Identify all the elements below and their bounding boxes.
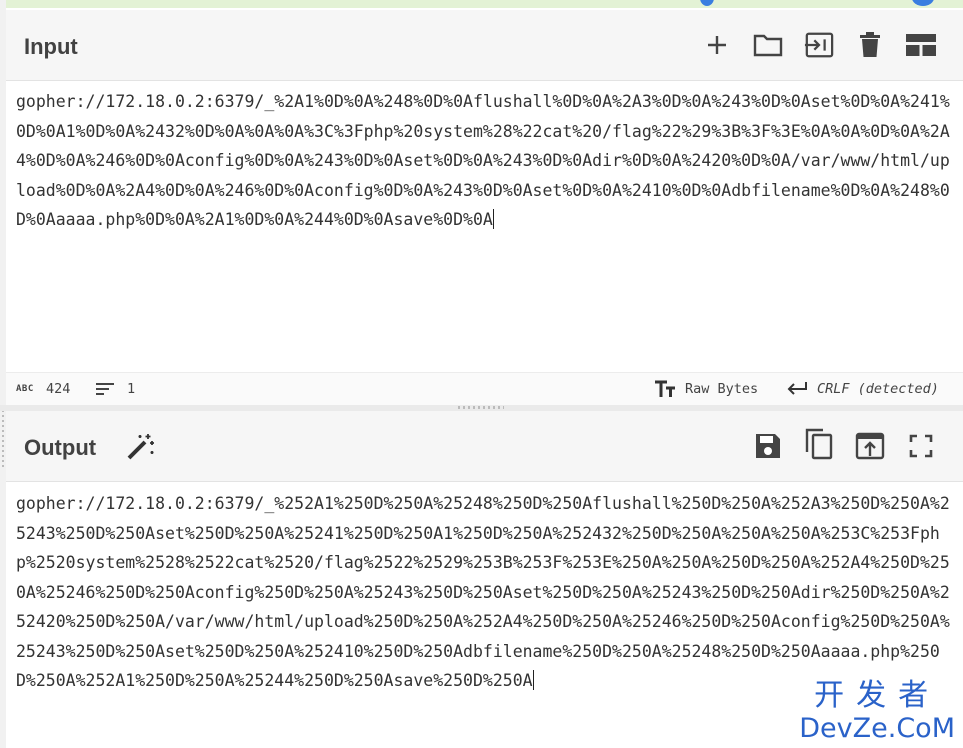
output-text: gopher://172.18.0.2:6379/_%252A1%250D%25…	[16, 494, 950, 690]
plus-icon[interactable]	[702, 30, 732, 60]
partial-icon	[700, 0, 714, 6]
folder-icon[interactable]	[753, 30, 783, 60]
eol-label[interactable]: CRLF (detected)	[817, 381, 939, 397]
return-icon	[787, 381, 807, 399]
encoding-label[interactable]: Raw Bytes	[685, 381, 758, 397]
top-strip	[0, 0, 963, 8]
import-file-icon[interactable]	[804, 30, 834, 60]
output-header: Output	[6, 411, 963, 482]
input-title: Input	[24, 34, 78, 59]
copy-icon[interactable]	[804, 428, 834, 460]
fullscreen-icon[interactable]	[906, 431, 936, 461]
replace-input-icon[interactable]	[855, 431, 885, 461]
resize-grip[interactable]	[458, 406, 504, 409]
magic-wand-icon[interactable]	[126, 431, 156, 461]
abc-label: ABC	[16, 384, 34, 394]
save-icon[interactable]	[753, 431, 783, 461]
input-textarea[interactable]: gopher://172.18.0.2:6379/_%2A1%0D%0A%248…	[16, 87, 956, 367]
watermark-logo: 开发者 DevZe.CoM	[799, 678, 955, 744]
input-status-bar: ABC 424 1 Raw Bytes CRLF (detected)	[6, 372, 963, 405]
output-title: Output	[24, 435, 97, 460]
text-caret	[532, 670, 534, 690]
layout-icon[interactable]	[906, 30, 936, 60]
input-text: gopher://172.18.0.2:6379/_%2A1%0D%0A%248…	[16, 92, 950, 229]
trash-icon[interactable]	[855, 30, 885, 60]
input-header: Input	[6, 10, 963, 81]
partial-icon	[912, 0, 934, 6]
text-caret	[492, 209, 494, 229]
watermark-en: DevZe.CoM	[799, 713, 955, 744]
char-count: 424	[46, 381, 71, 397]
watermark-cn: 开发者	[814, 678, 941, 713]
text-type-icon[interactable]	[654, 380, 676, 402]
lines-icon	[96, 382, 114, 400]
line-count: 1	[127, 381, 136, 397]
